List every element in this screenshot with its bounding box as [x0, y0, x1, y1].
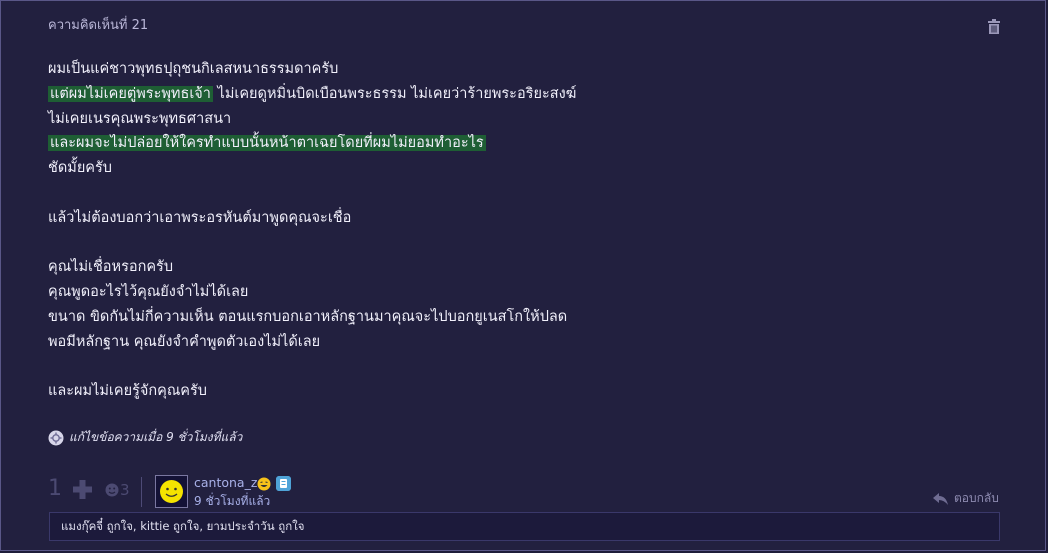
avatar[interactable] [155, 475, 188, 508]
divider [141, 477, 142, 507]
likes-bar[interactable]: แมงกุ๊คจี๋ ถูกใจ, kittie ถูกใจ, ยามประจำ… [49, 512, 1000, 541]
body-line: คุณไม่เชื่อหรอกครับ [48, 259, 174, 276]
comment-body: ผมเป็นแค่ชาวพุทธปุถุชนกิเลสหนาธรรมดาครับ… [48, 57, 988, 404]
comment-number: ความคิดเห็นที่ 21 [48, 18, 149, 33]
emotion-icon[interactable] [105, 483, 119, 497]
reply-label: ตอบกลับ [954, 491, 999, 505]
body-line: ผมเป็นแค่ชาวพุทธปุถุชนกิเลสหนาธรรมดาครับ [48, 61, 339, 77]
member-badge-icon [276, 476, 291, 491]
edited-note: แก้ไขข้อความเมื่อ 9 ชั่วโมงที่แล้ว [48, 428, 242, 447]
comment-card: ความคิดเห็นที่ 21 ผมเป็นแค่ชาวพุทธปุถุชน… [0, 0, 1046, 551]
smiley-avatar-icon [160, 480, 183, 503]
body-line: พอมีหลักฐาน คุณยังจำคำพูดตัวเองไม่ได้เลย [48, 333, 321, 350]
edited-badge-icon [48, 430, 64, 445]
body-line: ชัดมั้ยครับ [48, 160, 113, 177]
reply-button[interactable]: ตอบกลับ [933, 489, 999, 508]
body-line: ไม่เคยเนรคุณพระพุทธศาสนา [48, 110, 232, 127]
laughing-face-icon [257, 477, 271, 491]
trash-icon[interactable] [987, 19, 1001, 34]
body-line: และผมจะไม่ปล่อยให้ใครทำแบบนั้นหน้าตาเฉยโ… [48, 131, 988, 156]
highlighted-text: แต่ผมไม่เคยตู่พระพุทธเจ้า [48, 85, 213, 102]
body-line: คุณพูดอะไรไว้คุณยังจำไม่ได้เลย [48, 284, 249, 301]
reply-icon [933, 492, 948, 505]
vote-count: 1 [48, 476, 62, 501]
body-line: และผมไม่เคยรู้จักคุณครับ [48, 383, 207, 400]
body-line: แล้วไม่ต้องบอกว่าเอาพระอรหันต์มาพูดคุณจะ… [48, 209, 352, 226]
plus-icon[interactable] [73, 480, 92, 499]
body-line: แต่ผมไม่เคยตู่พระพุทธเจ้า ไม่เคยดูหมิ่นบ… [48, 82, 988, 107]
emotion-count: 3 [120, 481, 130, 499]
body-line: ขนาด ขิดกันไม่กี่ความเห็น ตอนแรกบอกเอาหล… [48, 308, 568, 325]
edited-label: แก้ไขข้อความเมื่อ 9 ชั่วโมงที่แล้ว [69, 430, 243, 444]
author-name[interactable]: cantona_z [194, 475, 257, 490]
highlighted-text: และผมจะไม่ปล่อยให้ใครทำแบบนั้นหน้าตาเฉยโ… [48, 135, 486, 152]
body-text: ไม่เคยดูหมิ่นบิดเบือนพระธรรม ไม่เคยว่าร้… [217, 85, 577, 102]
comment-timestamp: 9 ชั่วโมงที่แล้ว [194, 494, 271, 508]
